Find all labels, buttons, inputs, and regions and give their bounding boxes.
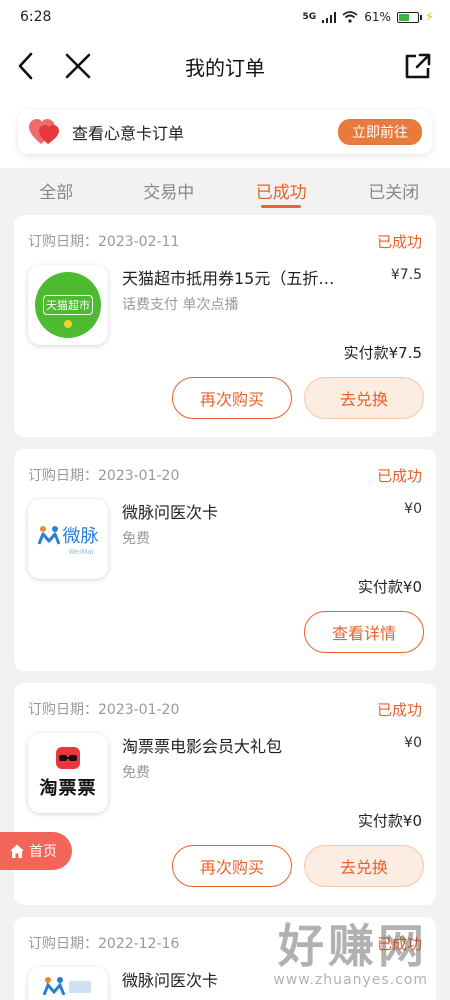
watermark-url: www.zhuanyes.com bbox=[273, 972, 428, 988]
buy-again-button[interactable]: 再次购买 bbox=[172, 845, 292, 887]
tab-label: 全部 bbox=[39, 183, 74, 203]
logo-text: 天猫超市 bbox=[43, 295, 93, 315]
order-date: 订购日期：2022-12-16 bbox=[28, 936, 180, 952]
nav-bar: 我的订单 bbox=[0, 34, 450, 98]
product-thumbnail[interactable]: 天猫超市 bbox=[28, 265, 108, 345]
product-subtitle: 免费 bbox=[122, 531, 150, 547]
redeem-button[interactable]: 去兑换 bbox=[304, 845, 424, 887]
paid-amount: 实付款¥0 bbox=[357, 578, 422, 596]
order-tabs: 全部 交易中 已成功 已关闭 bbox=[0, 168, 450, 212]
glasses-mascot-icon bbox=[56, 747, 80, 769]
logo-dot bbox=[64, 320, 72, 328]
status-indicators: 5G 61% ⚡ bbox=[303, 10, 434, 25]
close-button[interactable] bbox=[60, 48, 96, 84]
product-price: ¥7.5 bbox=[390, 267, 422, 283]
tab-succeeded[interactable]: 已成功 bbox=[225, 168, 338, 212]
home-label: 首页 bbox=[29, 844, 57, 860]
product-subtitle: 话费支付 单次点播 bbox=[122, 297, 239, 313]
order-date: 订购日期：2023-01-20 bbox=[28, 468, 180, 484]
paid-amount: 实付款¥0 bbox=[357, 812, 422, 830]
share-button[interactable] bbox=[400, 48, 436, 84]
close-icon bbox=[65, 53, 91, 79]
order-card: 订购日期：2023-01-20 已成功 微脉 WeiMai 微脉问医次卡 ¥0 … bbox=[14, 449, 436, 671]
order-card: 订购日期：2023-01-20 已成功 淘票票 淘票票电影会员大礼包 ¥0 免费… bbox=[14, 683, 436, 905]
banner-text: 查看心意卡订单 bbox=[72, 124, 185, 143]
product-subtitle: 免费 bbox=[122, 765, 150, 781]
watermark-title: 好赚网 bbox=[278, 919, 428, 973]
tab-active-indicator bbox=[261, 205, 302, 208]
product-price: ¥0 bbox=[404, 735, 422, 751]
logo-text: 淘票票 bbox=[39, 778, 97, 799]
order-header: 订购日期：2023-02-11 已成功 bbox=[28, 231, 422, 252]
product-thumbnail[interactable]: 淘票票 bbox=[28, 733, 108, 813]
order-header: 订购日期：2023-01-20 已成功 bbox=[28, 699, 422, 720]
order-header: 订购日期：2023-01-20 已成功 bbox=[28, 465, 422, 486]
gift-card-banner[interactable]: 查看心意卡订单 立即前往 bbox=[18, 110, 432, 154]
share-external-icon bbox=[405, 53, 431, 79]
order-status: 已成功 bbox=[376, 233, 422, 251]
product-thumbnail[interactable] bbox=[28, 967, 108, 1000]
product-name[interactable]: 微脉问医次卡 bbox=[122, 499, 382, 523]
battery-level bbox=[398, 13, 409, 21]
order-date: 订购日期：2023-02-11 bbox=[28, 234, 180, 250]
weimai-m-icon bbox=[37, 526, 60, 545]
go-now-button[interactable]: 立即前往 bbox=[338, 119, 422, 145]
weimai-logo: 微脉 WeiMai bbox=[37, 522, 99, 556]
product-price: ¥0 bbox=[404, 501, 422, 517]
logo-subtext: WeiMai bbox=[68, 548, 94, 556]
order-status: 已成功 bbox=[376, 701, 422, 719]
order-card: 订购日期：2023-02-11 已成功 天猫超市 天猫超市抵用券15元（五折… … bbox=[14, 215, 436, 437]
product-name[interactable]: 淘票票电影会员大礼包 bbox=[122, 733, 382, 757]
tmall-supermarket-logo: 天猫超市 bbox=[35, 272, 101, 338]
status-bar: 6:28 5G 61% ⚡ bbox=[0, 0, 450, 34]
battery-icon bbox=[396, 11, 422, 23]
weimai-logo bbox=[43, 977, 91, 995]
redeem-button[interactable]: 去兑换 bbox=[304, 377, 424, 419]
battery-percent: 61% bbox=[364, 10, 391, 24]
tab-label: 已关闭 bbox=[368, 183, 420, 203]
product-name[interactable]: 天猫超市抵用券15元（五折… bbox=[122, 265, 382, 289]
order-date: 订购日期：2023-01-20 bbox=[28, 702, 180, 718]
paid-amount: 实付款¥7.5 bbox=[343, 344, 422, 362]
weimai-mark: 微脉 bbox=[37, 522, 99, 548]
charging-icon: ⚡ bbox=[424, 9, 434, 25]
tab-label: 交易中 bbox=[143, 183, 195, 203]
buy-again-button[interactable]: 再次购买 bbox=[172, 377, 292, 419]
wifi-icon bbox=[342, 11, 358, 23]
product-thumbnail[interactable]: 微脉 WeiMai bbox=[28, 499, 108, 579]
tab-closed[interactable]: 已关闭 bbox=[338, 168, 450, 212]
network-type: 5G bbox=[302, 12, 317, 22]
home-icon bbox=[10, 844, 24, 858]
back-button[interactable] bbox=[8, 48, 44, 84]
signal-icon bbox=[322, 11, 337, 23]
tab-in-progress[interactable]: 交易中 bbox=[113, 168, 226, 212]
status-time: 6:28 bbox=[20, 9, 52, 25]
gift-card-banner-area: 查看心意卡订单 立即前往 bbox=[0, 98, 450, 168]
logo-text: 微脉 bbox=[62, 526, 99, 547]
home-button[interactable]: 首页 bbox=[0, 832, 72, 870]
tab-label: 已成功 bbox=[255, 183, 307, 203]
tab-all[interactable]: 全部 bbox=[0, 168, 113, 212]
watermark: 好赚网 www.zhuanyes.com bbox=[273, 920, 428, 988]
heart-icon bbox=[29, 119, 59, 144]
chevron-left-icon bbox=[18, 52, 33, 80]
taopiaopiao-logo: 淘票票 bbox=[40, 746, 97, 800]
view-details-button[interactable]: 查看详情 bbox=[304, 611, 424, 653]
order-status: 已成功 bbox=[376, 467, 422, 485]
